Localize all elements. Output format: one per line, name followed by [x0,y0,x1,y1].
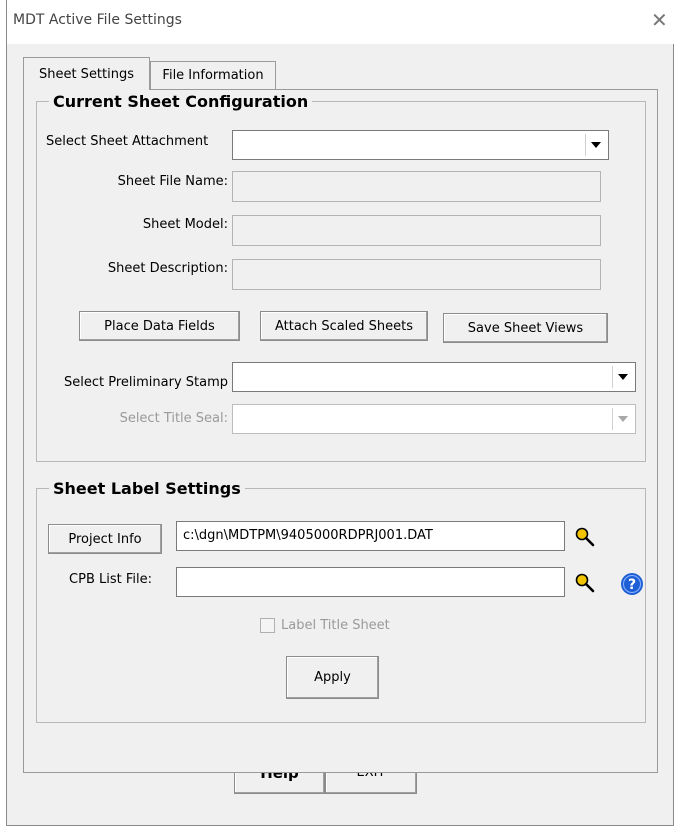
save-sheet-views-button[interactable]: Save Sheet Views [443,313,608,343]
dialog-window: MDT Active File Settings ✕ Sheet Setting… [6,0,675,826]
place-data-fields-button[interactable]: Place Data Fields [79,311,240,341]
cpb-list-file-label: CPB List File: [69,572,152,587]
select-title-seal-label: Select Title Seal: [119,411,228,426]
apply-button[interactable]: Apply [286,656,379,699]
sheet-file-name-field [232,171,601,202]
search-icon[interactable] [574,526,596,552]
close-icon[interactable]: ✕ [651,10,668,30]
save-sheet-views-label: Save Sheet Views [467,320,584,336]
chevron-down-icon[interactable] [585,134,606,156]
apply-label: Apply [314,670,351,685]
sheet-description-label: Sheet Description: [107,261,228,276]
attach-scaled-sheets-button[interactable]: Attach Scaled Sheets [260,311,428,341]
project-info-label: Project Info [68,531,142,547]
tab-sheet-settings-label: Sheet Settings [38,66,135,82]
label-title-sheet-checkbox-box [260,618,275,633]
label-title-sheet-checkbox: Label Title Sheet [260,618,390,633]
cpb-list-file-field[interactable] [176,567,565,597]
svg-text:?: ? [628,577,636,593]
sheet-model-field [232,215,601,246]
sheet-description-field [232,259,601,290]
label-title-sheet-label: Label Title Sheet [281,618,390,633]
tab-sheet-settings[interactable]: Sheet Settings [23,57,150,90]
project-info-path-field[interactable]: c:\dgn\MDTPM\9405000RDPRJ001.DAT [176,521,565,551]
sheet-file-name-label: Sheet File Name: [117,174,228,189]
search-icon[interactable] [574,572,596,598]
tab-panel-sheet-settings: Current Sheet Configuration Select Sheet… [23,89,658,773]
help-icon[interactable]: ? [620,572,644,600]
tab-file-information[interactable]: File Information [150,61,276,89]
chevron-down-icon[interactable] [612,366,633,388]
select-preliminary-stamp-label: Select Preliminary Stamp [63,375,228,390]
select-title-seal-dropdown [232,404,636,434]
attach-scaled-sheets-label: Attach Scaled Sheets [274,318,414,334]
title-bar: MDT Active File Settings ✕ [7,0,675,44]
select-sheet-attachment-label: Select Sheet Attachment [46,134,209,149]
select-preliminary-stamp-dropdown[interactable] [232,362,636,392]
chevron-down-icon [612,408,633,430]
select-sheet-attachment-dropdown[interactable] [232,130,609,160]
sheet-model-label: Sheet Model: [142,217,228,232]
tab-file-information-label: File Information [162,68,264,83]
place-data-fields-label: Place Data Fields [104,318,215,334]
current-sheet-configuration-legend: Current Sheet Configuration [53,92,309,111]
project-info-button[interactable]: Project Info [48,524,162,554]
sheet-label-settings-legend: Sheet Label Settings [53,479,241,498]
window-title: MDT Active File Settings [13,12,182,28]
